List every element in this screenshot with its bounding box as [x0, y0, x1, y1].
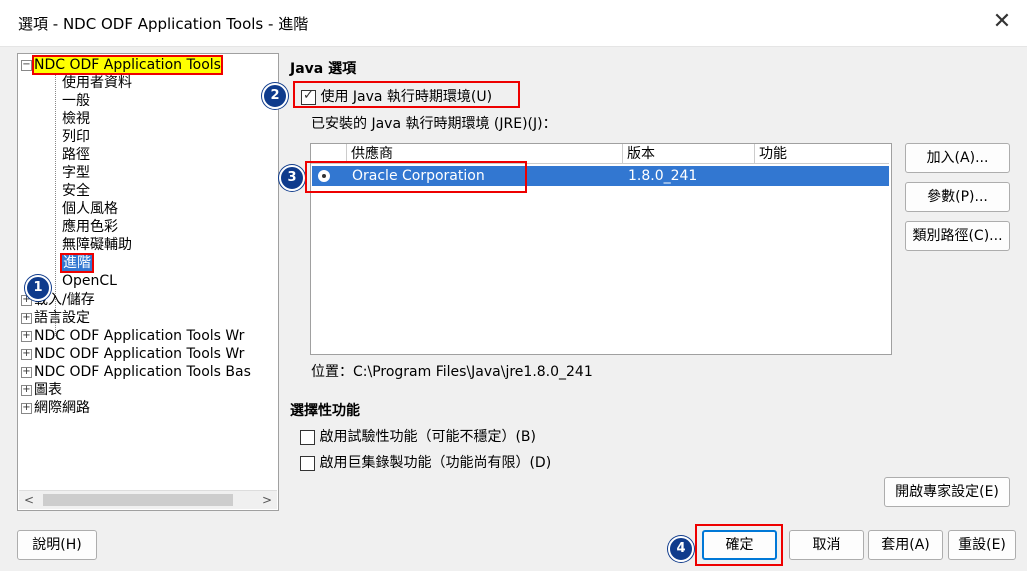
tree-item-app-colors[interactable]: 應用色彩	[62, 218, 118, 236]
window-title: 選項 - NDC ODF Application Tools - 進階	[18, 15, 309, 33]
tree-group-language[interactable]: + 語言設定	[21, 309, 90, 327]
expand-icon[interactable]: +	[21, 312, 32, 324]
parameters-button[interactable]: 參數(P)...	[905, 182, 1010, 212]
scrollbar-thumb[interactable]	[43, 494, 233, 506]
use-jre-checkbox[interactable]: ✓	[301, 87, 316, 105]
scroll-left-icon[interactable]: <	[19, 491, 39, 509]
scroll-right-icon[interactable]: >	[257, 491, 277, 509]
annotation-box-oracle	[305, 161, 527, 193]
optional-features-title: 選擇性功能	[290, 403, 360, 419]
tree-item-security[interactable]: 安全	[62, 182, 90, 200]
use-jre-checkbox-row[interactable]: ✓ 使用 Java 執行時期環境(U)	[301, 86, 492, 106]
expand-icon[interactable]: +	[21, 348, 32, 360]
tree-item-advanced[interactable]: 進階	[60, 253, 94, 273]
expand-icon[interactable]: +	[21, 366, 32, 378]
macro-recording-checkbox[interactable]	[300, 455, 315, 471]
tree-group-label: NDC ODF Application Tools Wr	[34, 328, 245, 344]
tree-group-writer-web[interactable]: + NDC ODF Application Tools Wr	[21, 345, 244, 363]
tree-item-personalization[interactable]: 個人風格	[62, 200, 118, 218]
macro-recording-checkbox-row[interactable]: 啟用巨集錄製功能（功能尚有限）(D)	[300, 452, 551, 472]
jre-location: 位置：C:\Program Files\Java\jre1.8.0_241	[311, 364, 593, 380]
experimental-checkbox[interactable]	[300, 429, 315, 445]
close-icon[interactable]: ✕	[989, 9, 1015, 35]
reset-button[interactable]: 重設(E)	[948, 530, 1016, 560]
tree-group-writer[interactable]: + NDC ODF Application Tools Wr	[21, 327, 244, 345]
apply-button[interactable]: 套用(A)	[868, 530, 943, 560]
experimental-checkbox-row[interactable]: 啟用試驗性功能（可能不穩定）(B)	[300, 426, 536, 446]
use-jre-label: 使用 Java 執行時期環境(U)	[320, 89, 493, 105]
classpath-button[interactable]: 類別路徑(C)...	[905, 221, 1010, 251]
java-options-title: Java 選項	[290, 61, 357, 77]
cancel-button[interactable]: 取消	[789, 530, 864, 560]
tree-group-label: 圖表	[34, 382, 62, 398]
tree-horizontal-scrollbar[interactable]: < >	[19, 490, 277, 509]
tree-group-label: NDC ODF Application Tools Bas	[34, 364, 251, 380]
step-badge-3: 3	[279, 165, 305, 191]
tree-group-label: 網際網路	[34, 400, 90, 416]
step-badge-4: 4	[668, 536, 694, 562]
tree-item-root[interactable]: − NDC ODF Application Tools	[21, 55, 223, 75]
ok-button[interactable]: 確定	[702, 530, 777, 560]
table-header-feature[interactable]: 功能	[755, 144, 889, 164]
tree-item-user-data[interactable]: 使用者資料	[62, 74, 132, 92]
expand-icon[interactable]: +	[21, 330, 32, 342]
tree-item-print[interactable]: 列印	[62, 128, 90, 146]
options-tree: − NDC ODF Application Tools 使用者資料 一般 檢視 列…	[17, 53, 279, 511]
jre-version: 1.8.0_241	[628, 168, 698, 184]
tree-group-internet[interactable]: + 網際網路	[21, 399, 90, 417]
tree-item-view[interactable]: 檢視	[62, 110, 90, 128]
tree-group-base[interactable]: + NDC ODF Application Tools Bas	[21, 363, 251, 381]
check-icon: ✓	[303, 87, 314, 103]
tree-group-label: NDC ODF Application Tools Wr	[34, 346, 245, 362]
tree-item-advanced-label: 進階	[60, 253, 94, 273]
tree-item-root-label: NDC ODF Application Tools	[32, 55, 223, 75]
collapse-icon[interactable]: −	[21, 59, 32, 71]
add-jre-button[interactable]: 加入(A)...	[905, 143, 1010, 173]
tree-item-fonts[interactable]: 字型	[62, 164, 90, 182]
macro-recording-label: 啟用巨集錄製功能（功能尚有限）(D)	[319, 455, 552, 471]
expand-icon[interactable]: +	[21, 402, 32, 414]
title-bar: 選項 - NDC ODF Application Tools - 進階 ✕	[0, 0, 1027, 47]
expert-config-button[interactable]: 開啟專家設定(E)	[884, 477, 1010, 507]
tree-item-opencl[interactable]: OpenCL	[62, 272, 117, 290]
help-button[interactable]: 說明(H)	[17, 530, 97, 560]
tree-item-paths[interactable]: 路徑	[62, 146, 90, 164]
tree-item-accessibility[interactable]: 無障礙輔助	[62, 236, 132, 254]
tree-item-general[interactable]: 一般	[62, 92, 90, 110]
tree-group-charts[interactable]: + 圖表	[21, 381, 62, 399]
step-badge-2: 2	[262, 83, 288, 109]
step-badge-1: 1	[25, 275, 51, 301]
expand-icon[interactable]: +	[21, 384, 32, 396]
installed-jre-label: 已安裝的 Java 執行時期環境 (JRE)(J)：	[311, 116, 557, 132]
experimental-label: 啟用試驗性功能（可能不穩定）(B)	[319, 429, 536, 445]
table-header-version[interactable]: 版本	[623, 144, 755, 164]
tree-group-label: 語言設定	[34, 310, 90, 326]
